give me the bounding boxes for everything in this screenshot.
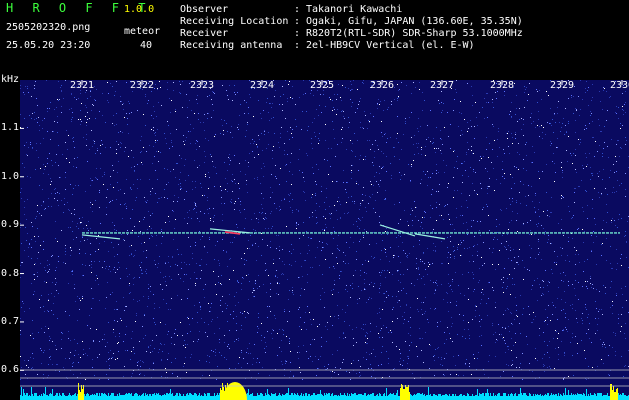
x-tick-label: 2328 (490, 80, 515, 91)
x-tick-label: 2324 (250, 80, 275, 91)
info-value: Ogaki, Gifu, JAPAN (136.60E, 35.35N) (306, 16, 523, 27)
info-colon: : (294, 16, 301, 27)
info-value: Takanori Kawachi (306, 4, 403, 15)
meteor-label: meteor (124, 26, 161, 37)
app-version: 1.0.0 (124, 4, 155, 15)
file-name: 2505202320.png (6, 22, 91, 33)
x-tick-label: 2323 (190, 80, 215, 91)
info-antenna: Receiving antenna:2el-HB9CV Vertical (el… (180, 40, 475, 51)
info-key: Receiving antenna (180, 40, 283, 51)
x-tick-label: 2322 (130, 80, 155, 91)
y-tick-label: 0.8 (1, 267, 20, 279)
y-tick-label: 1.0 (1, 170, 20, 182)
x-tick-label: 2330 (610, 80, 629, 91)
x-tick-label: 2325 (310, 80, 335, 91)
spectrogram-plot (20, 80, 629, 400)
info-key: Receiver (180, 28, 229, 39)
info-value: 2el-HB9CV Vertical (el. E-W) (306, 40, 475, 51)
hrofft-screen: H R O F F T 1.0.0 2505202320.png meteor … (0, 0, 629, 400)
x-tick-label: 2321 (70, 80, 95, 91)
y-tick-label: 1.1 (1, 122, 20, 134)
info-key: Receiving Location (180, 16, 289, 27)
x-tick-label: 2329 (550, 80, 575, 91)
date-time: 25.05.20 23:20 (6, 40, 91, 51)
info-colon: : (294, 40, 301, 51)
info-receiver: Receiver: R820T2(RTL-SDR) SDR-Sharp 53.10… (180, 28, 523, 39)
info-observer: Observer: Takanori Kawachi (180, 4, 402, 15)
info-location: Receiving Location: Ogaki, Gifu, JAPAN (1… (180, 16, 523, 27)
info-colon: : (294, 28, 301, 39)
info-key: Observer (180, 4, 229, 15)
y-tick-label: 0.6 (1, 364, 20, 376)
x-tick-label: 2326 (370, 80, 395, 91)
info-value: R820T2(RTL-SDR) SDR-Sharp 53.1000MHz (306, 28, 523, 39)
y-tick-label: 0.7 (1, 315, 20, 327)
y-unit-label: kHz (1, 74, 20, 85)
x-tick-label: 2327 (430, 80, 455, 91)
spectrogram-background (20, 80, 629, 400)
info-colon: : (294, 4, 301, 15)
y-tick-label: 0.9 (1, 219, 20, 231)
meteor-count: 40 (140, 40, 153, 51)
